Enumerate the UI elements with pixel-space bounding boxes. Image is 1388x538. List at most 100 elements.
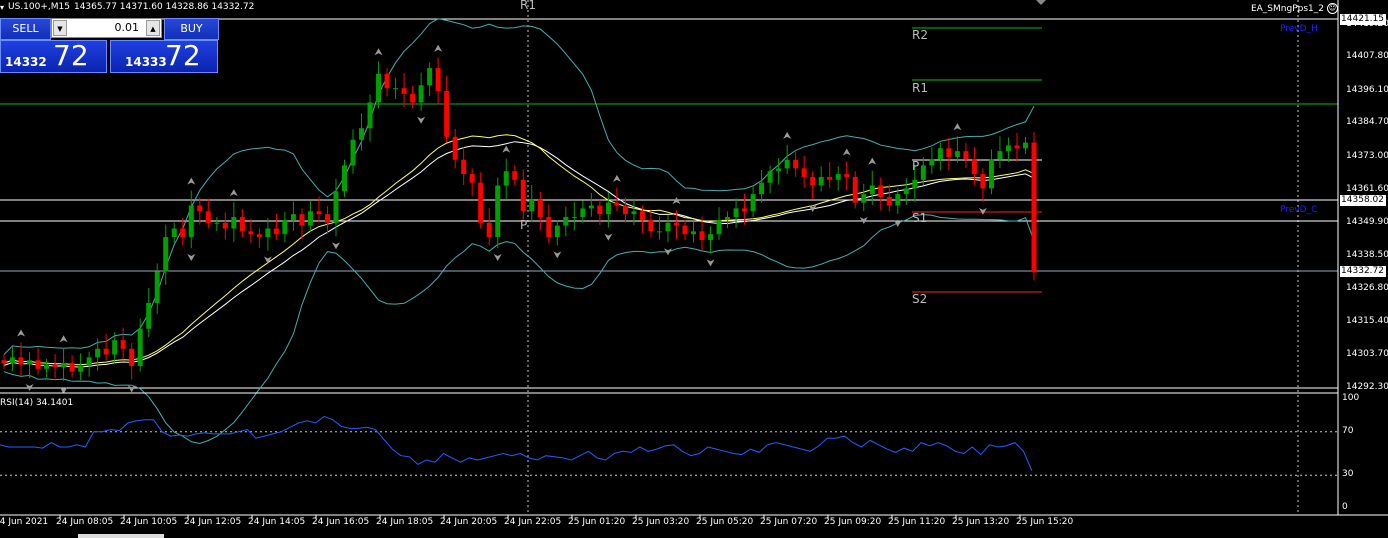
smiley-icon[interactable]: ☺ <box>1327 3 1338 14</box>
candle-body <box>571 217 577 219</box>
candle-body <box>869 185 875 195</box>
rsi-indicator <box>0 415 1033 472</box>
candle-body <box>929 159 935 166</box>
candle-body <box>10 357 16 364</box>
rsi-tick-label: 0 <box>1342 502 1348 512</box>
price-tick-label: 14396.10 <box>1346 84 1388 95</box>
shift-marker-icon <box>1036 0 1046 5</box>
time-tick-label: 24 Jun 22:05 <box>504 517 562 527</box>
fractal-up-arrow <box>842 148 851 156</box>
candle-body <box>512 171 518 180</box>
time-tick-label: 24 Jun 2021 <box>0 517 49 527</box>
candle-body <box>852 176 858 203</box>
candle-body <box>1005 145 1011 152</box>
fractal-down-arrow <box>553 251 562 259</box>
candle-body <box>580 208 586 218</box>
buy-button[interactable]: BUY <box>164 18 219 40</box>
price-tick-label: 14349.90 <box>1346 217 1388 228</box>
candle-body <box>954 151 960 157</box>
candle-body <box>844 174 850 177</box>
candle-body <box>725 217 731 220</box>
candle-body <box>452 136 458 160</box>
candle-body <box>631 211 637 215</box>
candle-body <box>937 148 943 160</box>
candle-body <box>818 176 824 186</box>
candle-body <box>767 171 773 183</box>
candle-body <box>648 219 654 232</box>
candle-body <box>265 228 271 238</box>
chevron-down-icon[interactable]: ▾ <box>0 3 4 12</box>
candle-body <box>333 191 339 223</box>
time-tick-label: 24 Jun 20:05 <box>440 517 498 527</box>
candle-body <box>401 88 407 94</box>
fractal-up-arrow <box>229 189 238 197</box>
candle-body <box>256 234 262 238</box>
candle-body <box>435 68 441 92</box>
lot-size-stepper[interactable]: ▼ 0.01 ▲ <box>51 18 162 38</box>
candle-body <box>350 139 356 166</box>
buy-price-box[interactable]: 14333 72 <box>110 39 218 73</box>
candle-body <box>682 225 688 235</box>
chart-frame <box>0 0 1388 538</box>
pivot-label-s2: S2 <box>912 292 928 306</box>
candle-body <box>903 188 909 195</box>
candle-body <box>827 176 833 180</box>
candle-body <box>248 231 254 235</box>
price-tick-label: 14326.80 <box>1346 283 1388 294</box>
candle-body <box>708 234 714 240</box>
pivot-label-r1: R1 <box>912 81 928 95</box>
candle-body <box>835 174 841 180</box>
pivot-label-r2: R2 <box>912 28 928 42</box>
candle-body <box>665 222 671 232</box>
fractal-down-arrow <box>187 253 196 261</box>
buy-price-small: 14333 <box>125 55 167 69</box>
candle-body <box>639 211 645 220</box>
candle-body <box>469 174 475 183</box>
sell-price-box[interactable]: 14332 72 <box>0 39 107 73</box>
candle-body <box>793 159 799 169</box>
candle-body <box>214 222 220 224</box>
candle-body <box>222 222 228 229</box>
candle-body <box>239 217 245 232</box>
one-click-trading-panel: SELL ▼ 0.01 ▲ BUY 14332 72 14333 72 <box>0 18 219 74</box>
candle-body <box>163 237 169 272</box>
candle-body <box>605 202 611 215</box>
expert-advisor-label: EA_SMngPps1_2 ☺ <box>1251 3 1338 14</box>
price-tick-label: 14384.70 <box>1346 117 1388 128</box>
increase-lot-icon[interactable]: ▲ <box>146 20 160 36</box>
price-tick-label: 14373.00 <box>1346 150 1388 161</box>
sell-price-big: 72 <box>53 39 89 72</box>
candle-body <box>801 168 807 177</box>
pivot-levels <box>0 18 1338 389</box>
candle-body <box>384 73 390 89</box>
candle-body <box>742 208 748 212</box>
fractal-up-arrow <box>187 177 196 185</box>
decrease-lot-icon[interactable]: ▼ <box>53 20 67 36</box>
candle-body <box>759 182 765 195</box>
fractal-up-arrow <box>502 145 511 153</box>
candle-body <box>895 194 901 206</box>
price-tag: 14332.72 <box>1340 266 1386 277</box>
candle-body <box>197 205 203 212</box>
price-chart[interactable] <box>0 0 1388 538</box>
fractal-up-arrow <box>783 131 792 139</box>
time-tick-label: 24 Jun 14:05 <box>248 517 306 527</box>
candle-body <box>171 228 177 238</box>
candle-body <box>418 85 424 103</box>
candle-body <box>733 208 739 218</box>
candle-body <box>18 357 24 365</box>
candle-body <box>367 102 373 129</box>
candle-body <box>520 179 526 212</box>
candle-body <box>427 68 433 86</box>
candle-body <box>563 217 569 226</box>
price-tick-label: 14338.50 <box>1346 249 1388 260</box>
sell-button[interactable]: SELL <box>0 18 51 40</box>
candle-body <box>52 364 58 368</box>
price-tick-label: 14303.70 <box>1346 349 1388 360</box>
fractal-arrows <box>17 44 987 394</box>
candle-body <box>44 364 50 369</box>
candle-body <box>299 214 305 226</box>
candle-body <box>393 88 399 90</box>
lot-size-value[interactable]: 0.01 <box>115 19 140 37</box>
rsi-tick-label: 30 <box>1342 469 1354 480</box>
